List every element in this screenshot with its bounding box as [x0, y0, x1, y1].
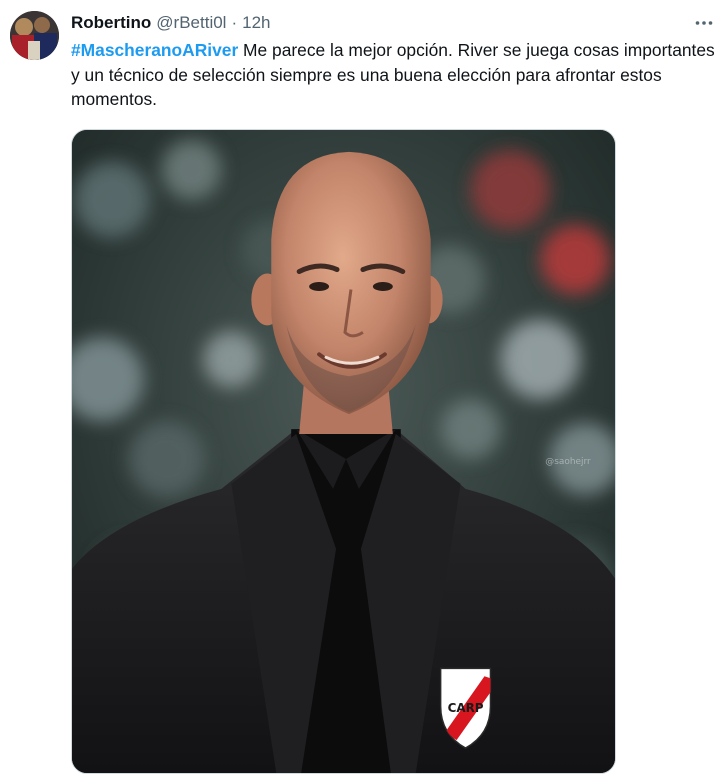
timestamp[interactable]: 12h — [242, 13, 270, 33]
photo-image: CARP @saohejrr — [72, 130, 615, 773]
separator-dot: · — [231, 13, 238, 32]
tweet[interactable]: Robertino @rBetti0l · 12h #MascheranoARi… — [0, 0, 722, 774]
hashtag-link[interactable]: #MascheranoARiver — [71, 40, 238, 60]
more-horizontal-icon — [695, 21, 713, 25]
svg-text:CARP: CARP — [448, 701, 484, 715]
avatar-image — [10, 11, 59, 60]
photo-watermark: @saohejrr — [545, 457, 591, 467]
user-handle[interactable]: @rBetti0l — [156, 13, 226, 33]
tweet-text: #MascheranoARiver Me parece la mejor opc… — [71, 38, 716, 112]
more-options-button[interactable] — [692, 12, 716, 34]
tweet-photo[interactable]: CARP @saohejrr — [71, 129, 616, 774]
avatar[interactable] — [10, 11, 59, 60]
tweet-header: Robertino @rBetti0l · 12h — [71, 12, 271, 34]
display-name[interactable]: Robertino — [71, 13, 151, 33]
